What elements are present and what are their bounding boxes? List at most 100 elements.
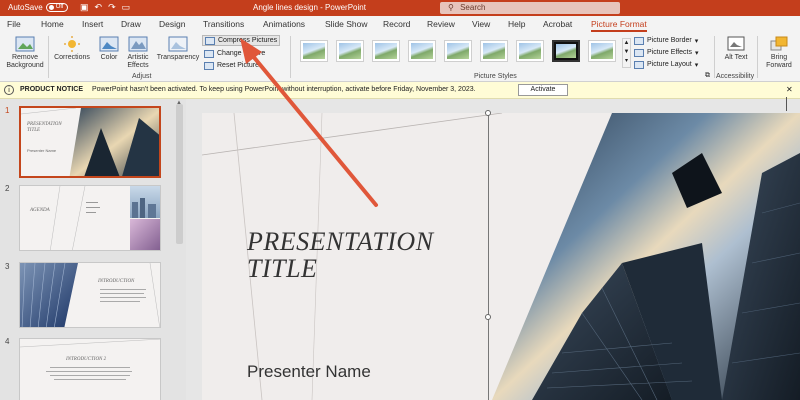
artistic-effects-icon <box>128 36 148 52</box>
reset-picture-icon <box>204 61 214 70</box>
ribbon: Remove Background Corrections Color Arti… <box>0 32 800 82</box>
picture-style-4[interactable] <box>408 40 436 62</box>
tab-picture-format[interactable]: Picture Format <box>591 19 647 32</box>
picture-border-icon <box>634 36 644 45</box>
picture-effects-button[interactable]: Picture Effects ▾ <box>634 47 699 58</box>
slide-3-artwork <box>20 263 160 327</box>
slide-2-title: AGENDA <box>30 208 50 213</box>
bring-forward-button[interactable]: Bring Forward <box>760 36 798 70</box>
transparency-button[interactable]: Transparency <box>155 36 201 62</box>
resize-handle[interactable] <box>485 110 491 116</box>
chevron-down-icon: ▾ <box>694 61 699 69</box>
ribbon-separator <box>757 36 758 78</box>
tab-file[interactable]: File <box>7 19 21 29</box>
notice-title: PRODUCT NOTICE <box>20 86 83 93</box>
picture-style-3[interactable] <box>372 40 400 62</box>
slide-number: 2 <box>5 184 10 193</box>
color-button[interactable]: Color <box>95 36 123 62</box>
bring-forward-icon <box>770 36 788 51</box>
quick-access-toolbar: ▣ ↶ ↷ ▭ <box>80 2 130 13</box>
info-icon: i <box>4 85 14 95</box>
picture-layout-icon <box>634 60 644 69</box>
slide-thumbnail-1[interactable]: PRESENTATION TITLE Presenter Name <box>19 106 161 178</box>
activate-button[interactable]: Activate <box>518 84 568 96</box>
corrections-button[interactable]: Corrections <box>50 36 94 62</box>
slide-thumbnail-2[interactable]: AGENDA <box>19 185 161 251</box>
resize-handle[interactable] <box>485 314 491 320</box>
notice-message: PowerPoint hasn't been activated. To kee… <box>92 86 476 93</box>
search-placeholder: Search <box>460 3 486 12</box>
artistic-effects-button[interactable]: Artistic Effects <box>123 36 153 70</box>
picture-border-button[interactable]: Picture Border ▾ <box>634 35 698 46</box>
redo-icon[interactable]: ↷ <box>108 2 116 13</box>
picture-style-7[interactable] <box>516 40 544 62</box>
compress-pictures-button[interactable]: Compress Pictures <box>202 35 281 46</box>
presentation-title[interactable]: PRESENTATION TITLE <box>247 228 434 282</box>
slide-thumbnail-4[interactable]: INTRODUCTION 2 <box>19 338 161 400</box>
tab-help[interactable]: Help <box>508 19 525 29</box>
transparency-icon <box>168 36 188 52</box>
autosave-toggle[interactable]: AutoSave Off <box>8 3 68 12</box>
gallery-more-icon[interactable]: ▾ <box>625 58 628 64</box>
picture-style-9[interactable] <box>588 40 616 62</box>
picture-style-2[interactable] <box>336 40 364 62</box>
document-title: Angle lines design - PowerPoint <box>253 3 366 12</box>
thumbnail-scrollbar[interactable] <box>176 104 183 244</box>
tab-insert[interactable]: Insert <box>82 19 103 29</box>
autosave-label: AutoSave <box>8 3 43 12</box>
presenter-name[interactable]: Presenter Name <box>247 362 371 382</box>
tab-review[interactable]: Review <box>427 19 455 29</box>
remove-background-button[interactable]: Remove Background <box>4 36 46 70</box>
tab-record[interactable]: Record <box>383 19 410 29</box>
product-notice-bar: i PRODUCT NOTICE PowerPoint hasn't been … <box>0 82 800 99</box>
ribbon-separator <box>714 36 715 78</box>
search-input[interactable]: ⚲ Search <box>440 2 620 14</box>
slide-1-subtitle: Presenter Name <box>27 148 57 153</box>
picture-style-8[interactable] <box>552 40 580 62</box>
tab-design[interactable]: Design <box>159 19 185 29</box>
search-icon: ⚲ <box>448 3 454 12</box>
chevron-down-icon: ▾ <box>695 49 699 57</box>
reset-picture-button[interactable]: Reset Picture <box>204 60 259 71</box>
compress-icon <box>205 36 215 45</box>
ribbon-tabs: File Home Insert Draw Design Transitions… <box>0 16 800 32</box>
rotate-handle[interactable] <box>786 97 787 111</box>
slide-number: 4 <box>5 337 10 346</box>
chevron-down-icon: ▾ <box>694 37 699 45</box>
alt-text-icon <box>727 36 745 51</box>
slide-1-artwork <box>21 108 159 176</box>
picture-layout-button[interactable]: Picture Layout ▾ <box>634 59 698 70</box>
close-icon[interactable]: ✕ <box>786 85 793 94</box>
tab-acrobat[interactable]: Acrobat <box>543 19 572 29</box>
chevron-down-icon[interactable]: ▼ <box>624 49 630 55</box>
alt-text-button[interactable]: Alt Text <box>720 36 752 62</box>
slide-thumbnail-3[interactable]: INTRODUCTION <box>19 262 161 328</box>
save-icon[interactable]: ▣ <box>80 2 89 13</box>
change-picture-button[interactable]: Change Picture <box>204 48 265 59</box>
picture-style-6[interactable] <box>480 40 508 62</box>
change-picture-icon <box>204 49 214 58</box>
accessibility-group-label: Accessibility <box>716 73 755 80</box>
chevron-up-icon[interactable]: ▲ <box>624 40 630 46</box>
picture-style-1[interactable] <box>300 40 328 62</box>
slide-number: 1 <box>5 106 10 115</box>
slide-4-artwork <box>20 339 160 380</box>
scroll-up-icon[interactable]: ▲ <box>176 100 182 106</box>
tab-slide-show[interactable]: Slide Show <box>325 19 368 29</box>
slide-4-title: INTRODUCTION 2 <box>66 357 107 362</box>
slide-number: 3 <box>5 262 10 271</box>
present-icon[interactable]: ▭ <box>122 2 131 13</box>
tab-draw[interactable]: Draw <box>121 19 141 29</box>
slide-3-title: INTRODUCTION <box>98 279 135 284</box>
gallery-scroll[interactable]: ▲ ▼ ▾ <box>622 38 631 68</box>
tab-animations[interactable]: Animations <box>263 19 305 29</box>
undo-icon[interactable]: ↶ <box>95 2 103 13</box>
tab-transitions[interactable]: Transitions <box>203 19 244 29</box>
tab-view[interactable]: View <box>472 19 490 29</box>
picture-effects-icon <box>634 48 644 57</box>
dialog-launcher-icon[interactable]: ⧉ <box>705 72 710 80</box>
picture-style-5[interactable] <box>444 40 472 62</box>
toggle-switch[interactable]: Off <box>45 3 68 12</box>
tab-home[interactable]: Home <box>41 19 64 29</box>
sun-icon <box>64 36 80 52</box>
